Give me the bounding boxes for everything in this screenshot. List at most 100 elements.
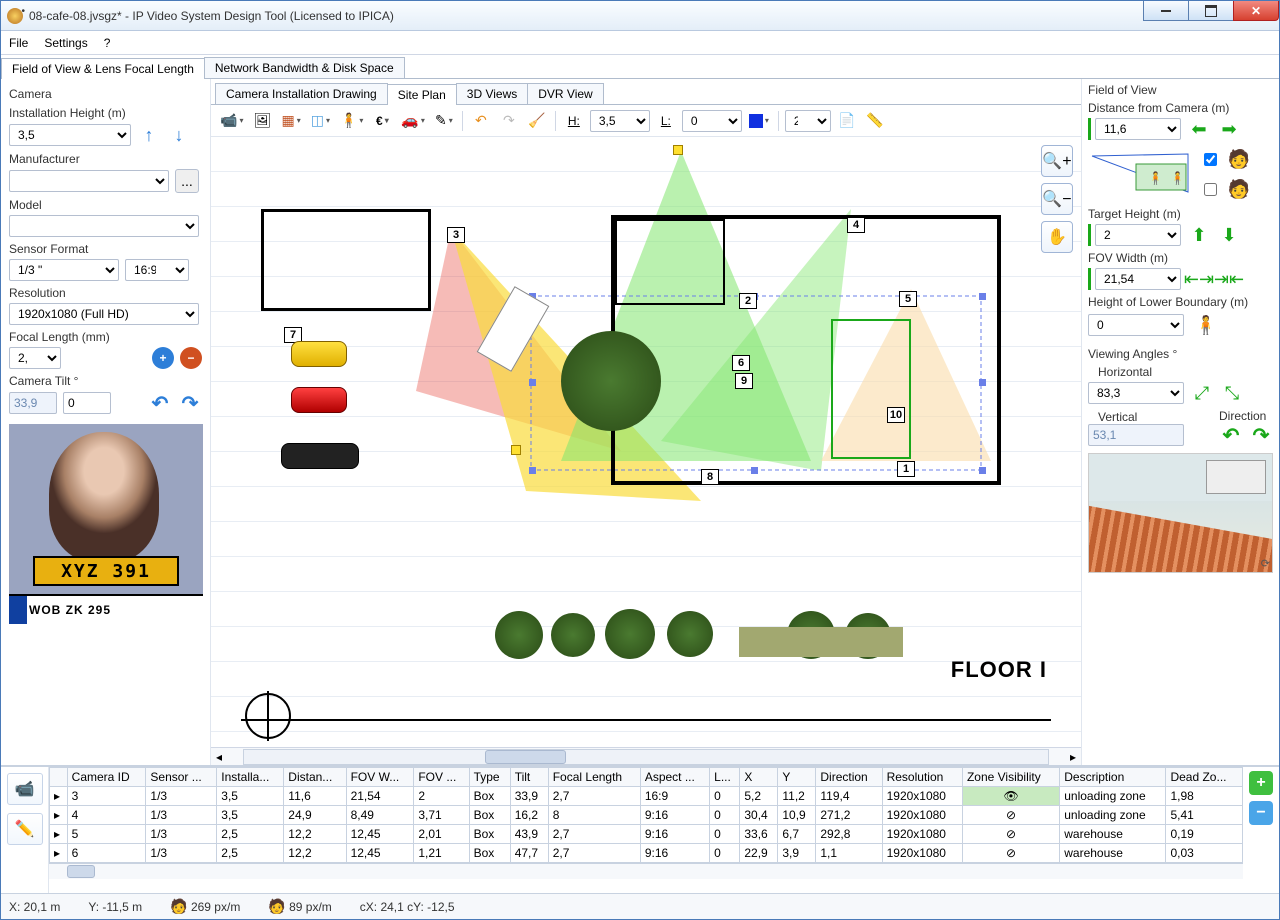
fov-person2-check[interactable] xyxy=(1204,183,1217,196)
minimize-button[interactable] xyxy=(1143,1,1189,21)
focal-length-select[interactable]: 2,7 xyxy=(9,347,61,369)
3d-preview: ⟳ xyxy=(1088,453,1273,573)
fovw-contract-icon[interactable]: ⇥⇤ xyxy=(1217,267,1241,291)
report-icon[interactable]: 📄 xyxy=(835,109,859,133)
target-down-icon[interactable]: ⬇ xyxy=(1217,223,1241,247)
status-cxy: cX: 24,1 cY: -12,5 xyxy=(360,900,455,914)
toolbar: 📹▾ 🖼 ▦▾ ◫▾ 🧍▾ €▾ 🚗▾ ✎▾ ↶ ↷ 🧹 H: 3,5 L: 0… xyxy=(211,105,1081,137)
redo-icon[interactable]: ↷ xyxy=(497,109,521,133)
undo-icon[interactable]: ↶ xyxy=(469,109,493,133)
horizontal-label: Horizontal xyxy=(1088,365,1273,379)
target-height-label: Target Height (m) xyxy=(1088,207,1273,221)
count-select[interactable]: 2 xyxy=(785,110,831,132)
car-tool-icon[interactable]: 🚗▾ xyxy=(398,109,427,133)
tab-fov[interactable]: Field of View & Lens Focal Length xyxy=(1,58,205,79)
target-up-icon[interactable]: ⬆ xyxy=(1187,223,1211,247)
model-label: Model xyxy=(9,198,202,212)
distance-right-icon[interactable]: ➡ xyxy=(1217,117,1241,141)
add-row-button[interactable]: + xyxy=(1249,771,1273,795)
resolution-select[interactable]: 1920x1080 (Full HD) xyxy=(9,303,199,325)
site-plan-canvas[interactable]: 🔍+ 🔍− ✋ xyxy=(211,137,1081,747)
camera-color-button[interactable]: ✏️ xyxy=(7,813,43,845)
installation-height-select[interactable]: 3,5 xyxy=(9,124,131,146)
status-bar: X: 20,1 m Y: -11,5 m 🧑 269 px/m 🧑 89 px/… xyxy=(1,893,1279,919)
camera-table[interactable]: Camera IDSensor ...Installa...Distan...F… xyxy=(49,767,1243,863)
license-plate-2: WOB ZK 295 xyxy=(9,594,203,624)
fov-header: Field of View xyxy=(1088,83,1273,97)
tilt-cw-icon[interactable]: ↷ xyxy=(178,391,202,415)
person1-icon: 🧑 xyxy=(1223,145,1255,173)
focal-plus-button[interactable]: + xyxy=(152,347,174,369)
height-up-icon[interactable]: ↑ xyxy=(137,123,161,147)
tab-bandwidth[interactable]: Network Bandwidth & Disk Space xyxy=(204,57,405,78)
price-tool-icon[interactable]: €▾ xyxy=(370,109,394,133)
direction-cw-icon[interactable]: ↷ xyxy=(1249,423,1273,447)
direction-ccw-icon[interactable]: ↶ xyxy=(1219,423,1243,447)
tab-3d-views[interactable]: 3D Views xyxy=(456,83,528,104)
vertical-input xyxy=(1088,424,1184,446)
model-select[interactable] xyxy=(9,215,199,237)
license-plate-1: XYZ 391 xyxy=(33,556,179,586)
menu-file[interactable]: File xyxy=(9,36,28,50)
measure-icon[interactable]: 📏 xyxy=(863,109,887,133)
manufacturer-browse-button[interactable]: ... xyxy=(175,169,199,193)
lower-boundary-select[interactable]: 0 xyxy=(1088,314,1184,336)
color-swatch[interactable]: ▾ xyxy=(746,109,772,133)
box-tool-icon[interactable]: ◫▾ xyxy=(308,109,333,133)
fov-person1-check[interactable] xyxy=(1204,153,1217,166)
tab-dvr-view[interactable]: DVR View xyxy=(527,83,603,104)
window-title: 08-cafe-08.jvsgz* - IP Video System Desi… xyxy=(29,9,394,23)
main-tabs: Field of View & Lens Focal Length Networ… xyxy=(1,55,1279,79)
manufacturer-select[interactable] xyxy=(9,170,169,192)
tilt-secondary-input[interactable] xyxy=(63,392,111,414)
status-x: X: 20,1 m xyxy=(9,900,60,914)
camera-tilt-label: Camera Tilt ° xyxy=(9,374,202,388)
wall-tool-icon[interactable]: ▦▾ xyxy=(278,109,303,133)
tab-site-plan[interactable]: Site Plan xyxy=(387,84,457,105)
tilt-ccw-icon[interactable]: ↶ xyxy=(148,391,172,415)
floor-label: FLOOR I xyxy=(951,657,1047,683)
person-tool-icon[interactable]: 🧍▾ xyxy=(337,109,366,133)
person-status-icon-2: 🧑 xyxy=(268,898,285,915)
titlebar: 08-cafe-08.jvsgz* - IP Video System Desi… xyxy=(1,1,1279,31)
distance-left-icon[interactable]: ⬅ xyxy=(1187,117,1211,141)
menu-help[interactable]: ? xyxy=(104,36,111,50)
camera-tool-icon[interactable]: 📹▾ xyxy=(217,109,246,133)
tab-camera-drawing[interactable]: Camera Installation Drawing xyxy=(215,83,388,104)
canvas-hscroll[interactable]: ◂ ▸ xyxy=(211,747,1081,765)
person-status-icon: 🧑 xyxy=(170,898,187,915)
maximize-button[interactable] xyxy=(1188,1,1234,21)
image-tool-icon[interactable]: 🖼 xyxy=(250,109,274,133)
horizontal-select[interactable]: 83,3 xyxy=(1088,382,1184,404)
height-down-icon[interactable]: ↓ xyxy=(167,123,191,147)
h-select[interactable]: 3,5 xyxy=(590,110,650,132)
horiz-contract-icon[interactable]: ⤡ xyxy=(1220,381,1244,405)
camera-label: Camera xyxy=(9,87,202,101)
person2-icon: 🧑 xyxy=(1223,175,1255,203)
resolution-label: Resolution xyxy=(9,286,202,300)
target-height-select[interactable]: 2 xyxy=(1095,224,1181,246)
menu-settings[interactable]: Settings xyxy=(44,36,87,50)
camera-type-button[interactable]: 📹 xyxy=(7,773,43,805)
svg-text:🧍: 🧍 xyxy=(1148,171,1163,185)
svg-text:🧍: 🧍 xyxy=(1170,171,1185,185)
vertical-label: Vertical xyxy=(1088,410,1199,424)
aspect-select[interactable]: 16:9 xyxy=(125,259,189,281)
fov-width-label: FOV Width (m) xyxy=(1088,251,1273,265)
clear-icon[interactable]: 🧹 xyxy=(525,109,549,133)
close-button[interactable] xyxy=(1233,1,1279,21)
fov-width-select[interactable]: 21,54 xyxy=(1095,268,1181,290)
draw-tool-icon[interactable]: ✎▾ xyxy=(432,109,456,133)
focal-minus-button[interactable]: − xyxy=(180,347,202,369)
distance-select[interactable]: 11,6 xyxy=(1095,118,1181,140)
h-label: H: xyxy=(562,109,586,133)
remove-row-button[interactable]: − xyxy=(1249,801,1273,825)
horiz-expand-icon[interactable]: ⤢ xyxy=(1190,381,1214,405)
tilt-primary-input[interactable] xyxy=(9,392,57,414)
l-select[interactable]: 0 xyxy=(682,110,742,132)
installation-height-label: Installation Height (m) xyxy=(9,106,202,120)
fov-diagram-icon: 🧍🧍 xyxy=(1088,152,1196,196)
menubar: File Settings ? xyxy=(1,31,1279,55)
fovw-expand-icon[interactable]: ⇤⇥ xyxy=(1187,267,1211,291)
sensor-select[interactable]: 1/3 " xyxy=(9,259,119,281)
